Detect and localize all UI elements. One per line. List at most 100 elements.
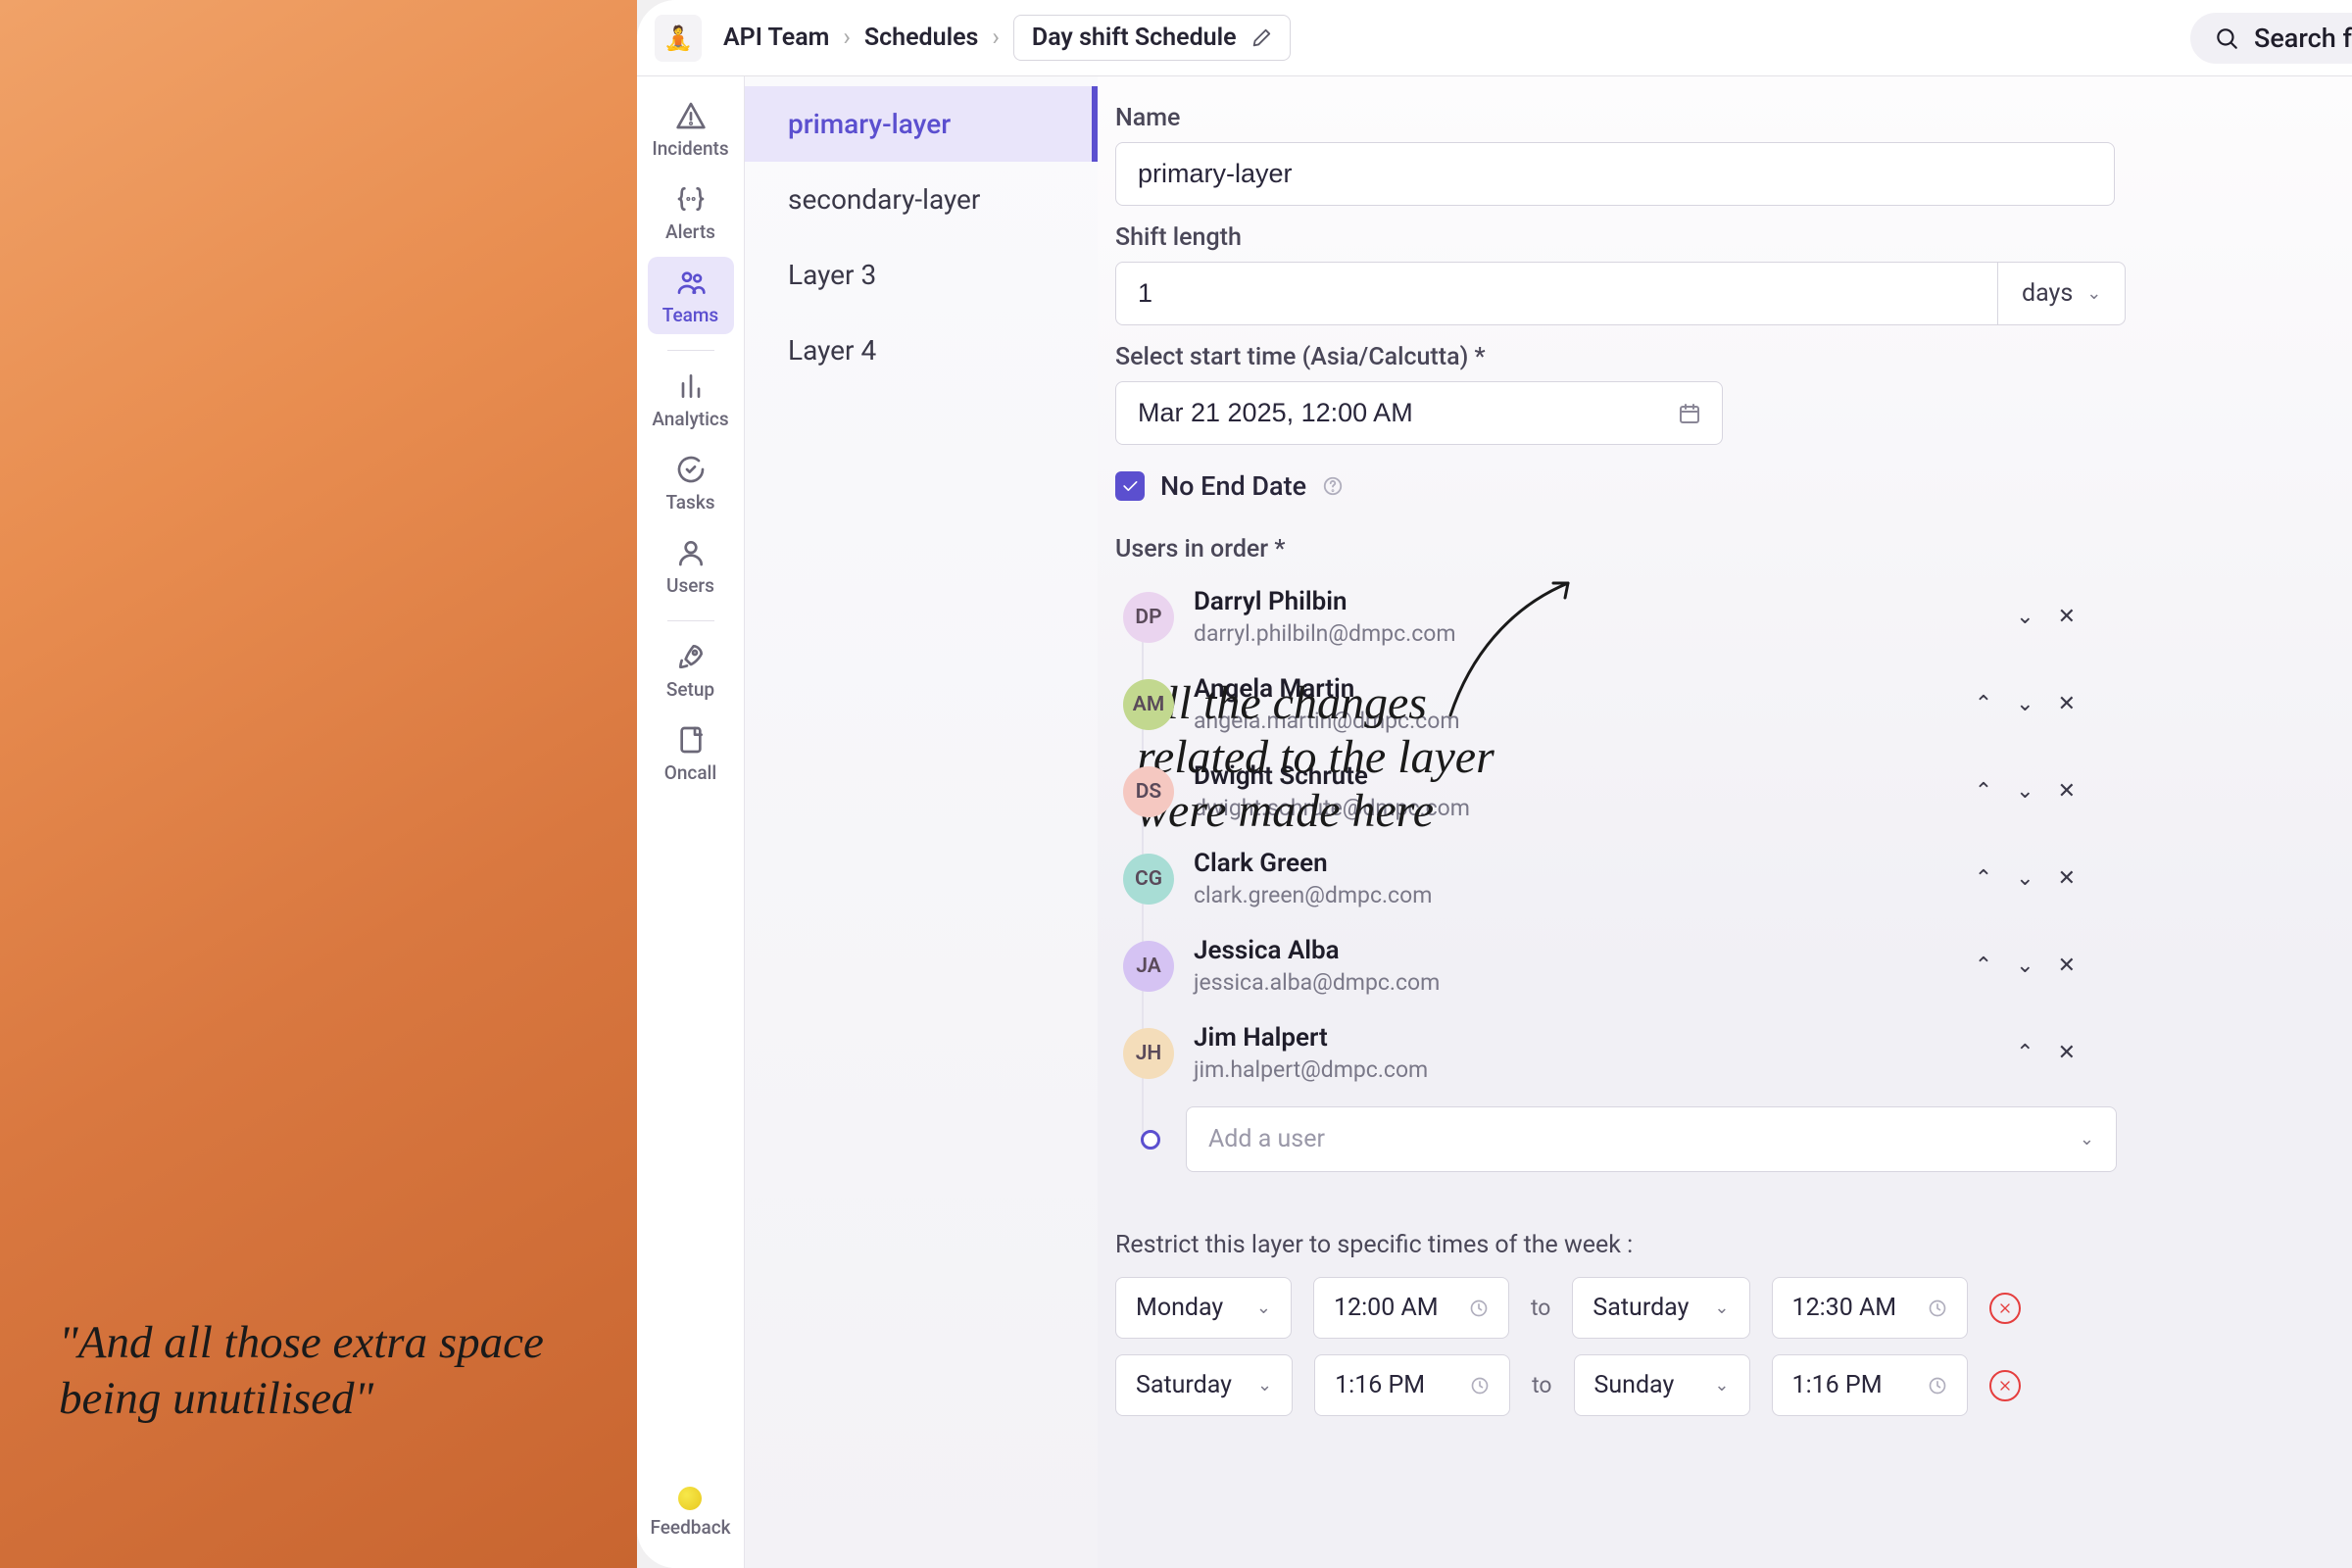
user-text: Clark Greenclark.green@dmpc.com [1194,849,1975,908]
nav-analytics[interactable]: Analytics [648,361,734,438]
user-name: Dwight Schrute [1194,761,1975,791]
move-up-icon[interactable]: ⌃ [2016,1041,2034,1065]
nav-oncall[interactable]: Oncall [648,714,734,792]
restrict-delete-button[interactable] [1989,1370,2021,1401]
layer-item-secondary[interactable]: secondary-layer [745,162,1098,237]
nav-tasks[interactable]: Tasks [648,444,734,521]
nav-teams[interactable]: Teams [648,257,734,334]
move-down-icon[interactable]: ⌄ [2016,954,2034,978]
move-down-icon[interactable]: ⌄ [2016,692,2034,716]
nav-label: Tasks [665,491,714,514]
move-down-icon[interactable]: ⌄ [2016,605,2034,629]
restrict-row: Saturday⌄ 1:16 PM to Sunday⌄ 1:16 PM [1115,1354,2352,1416]
shift-unit-select[interactable]: days ⌄ [1997,262,2126,325]
nav-label: Feedback [650,1516,730,1539]
user-text: Angela Martin angela.martin@dmpc.com [1194,674,1975,734]
edit-icon [1250,27,1272,49]
nav-users[interactable]: Users [648,527,734,605]
layer-item-4[interactable]: Layer 4 [745,313,1098,388]
add-user-row: Add a user ⌄ [1123,1106,2134,1172]
clock-icon [1470,1376,1490,1396]
layer-item-primary[interactable]: primary-layer [745,86,1098,162]
user-row: DP Darryl Philbindarryl.philbiln@dmpc.com… [1123,573,2134,661]
nav-feedback[interactable]: Feedback [650,1487,730,1539]
restrict-day-to-select[interactable]: Sunday⌄ [1574,1354,1750,1416]
nav-alerts[interactable]: Alerts [648,173,734,251]
add-user-select[interactable]: Add a user ⌄ [1186,1106,2117,1172]
help-circle-icon[interactable] [1322,475,1344,497]
name-label: Name [1115,104,2352,132]
close-icon [1997,1300,2013,1316]
start-time-label: Select start time (Asia/Calcutta) * [1115,343,2352,371]
remove-user-icon[interactable]: ✕ [2058,954,2076,978]
user-name: Angela Martin [1194,674,1975,704]
breadcrumb-team[interactable]: API Team [723,24,829,52]
user-text: Darryl Philbindarryl.philbiln@dmpc.com [1194,587,2016,647]
nav-label: Users [666,574,714,597]
nav-setup[interactable]: Setup [648,631,734,709]
avatar: DP [1123,592,1174,643]
remove-user-icon[interactable]: ✕ [2058,866,2076,891]
layer-item-3[interactable]: Layer 3 [745,237,1098,313]
remove-user-icon[interactable]: ✕ [2058,605,2076,629]
search-input[interactable]: Search f [2190,13,2352,64]
user-name: Darryl Philbin [1194,587,2016,616]
page-icon [675,724,707,756]
chevron-down-icon: ⌄ [2080,1129,2094,1150]
chevron-right-icon: › [843,24,851,52]
app-shell: 🧘 API Team › Schedules › Day shift Sched… [637,0,2352,1568]
move-down-icon[interactable]: ⌄ [2016,866,2034,891]
move-down-icon[interactable]: ⌄ [2016,779,2034,804]
shift-length-input[interactable] [1115,262,1997,325]
remove-user-icon[interactable]: ✕ [2058,692,2076,716]
restrict-label: Restrict this layer to specific times of… [1115,1231,2352,1259]
shift-unit-value: days [2022,279,2073,308]
restrict-to-word: to [1532,1372,1551,1398]
nav-label: Setup [666,678,714,701]
restrict-to-word: to [1531,1295,1550,1321]
avatar: AM [1123,679,1174,730]
user-email: angela.martin@dmpc.com [1194,708,1975,734]
remove-user-icon[interactable]: ✕ [2058,1041,2076,1065]
restrict-time-to-input[interactable]: 12:30 AM [1772,1277,1968,1339]
add-user-placeholder: Add a user [1208,1125,1325,1153]
user-name: Jim Halpert [1194,1023,2016,1053]
nav-incidents[interactable]: Incidents [648,90,734,168]
start-time-input[interactable] [1115,381,1723,445]
move-up-icon[interactable]: ⌃ [1975,692,1992,716]
app-logo[interactable]: 🧘 [655,15,702,62]
users-list: DP Darryl Philbindarryl.philbiln@dmpc.com… [1115,573,2134,1172]
user-email: jessica.alba@dmpc.com [1194,969,1975,996]
user-row: JAJessica Albajessica.alba@dmpc.com⌃⌄✕ [1123,922,2134,1009]
restrict-day-from-select[interactable]: Monday⌄ [1115,1277,1292,1339]
search-icon [2214,25,2239,51]
restrict-time-from-input[interactable]: 12:00 AM [1313,1277,1509,1339]
layer-name-input[interactable] [1115,142,2115,206]
user-icon [675,537,707,568]
user-actions: ⌃ ⌄ ✕ [1975,779,2076,804]
breadcrumb-schedules[interactable]: Schedules [864,24,979,52]
people-icon [675,267,707,298]
restrict-time-from-input[interactable]: 1:16 PM [1314,1354,1510,1416]
restrict-delete-button[interactable] [1989,1293,2021,1324]
restrict-day-from-select[interactable]: Saturday⌄ [1115,1354,1293,1416]
no-end-date-checkbox[interactable] [1115,471,1145,501]
breadcrumb-schedule-pill[interactable]: Day shift Schedule [1013,15,1291,61]
nav-label: Alerts [665,220,715,243]
chevron-down-icon: ⌄ [1257,1375,1272,1396]
chevron-down-icon: ⌄ [1714,1375,1729,1396]
move-up-icon[interactable]: ⌃ [1975,779,1992,804]
move-up-icon[interactable]: ⌃ [1975,866,1992,891]
user-actions: ⌃ ⌄ ✕ [1975,866,2076,891]
move-up-icon[interactable]: ⌃ [1975,954,1992,978]
user-email: clark.green@dmpc.com [1194,882,1975,908]
user-text: Jim Halpert jim.halpert@dmpc.com [1194,1023,2016,1083]
user-email: jim.halpert@dmpc.com [1194,1056,2016,1083]
restrict-time-to-input[interactable]: 1:16 PM [1772,1354,1968,1416]
remove-user-icon[interactable]: ✕ [2058,779,2076,804]
user-actions: ⌃ ⌄ ✕ [1975,954,2076,978]
restrict-row: Monday⌄ 12:00 AM to Saturday⌄ 12:30 AM [1115,1277,2352,1339]
user-text: Jessica Albajessica.alba@dmpc.com [1194,936,1975,996]
restrict-day-to-select[interactable]: Saturday⌄ [1572,1277,1749,1339]
feedback-dot-icon [678,1487,702,1510]
